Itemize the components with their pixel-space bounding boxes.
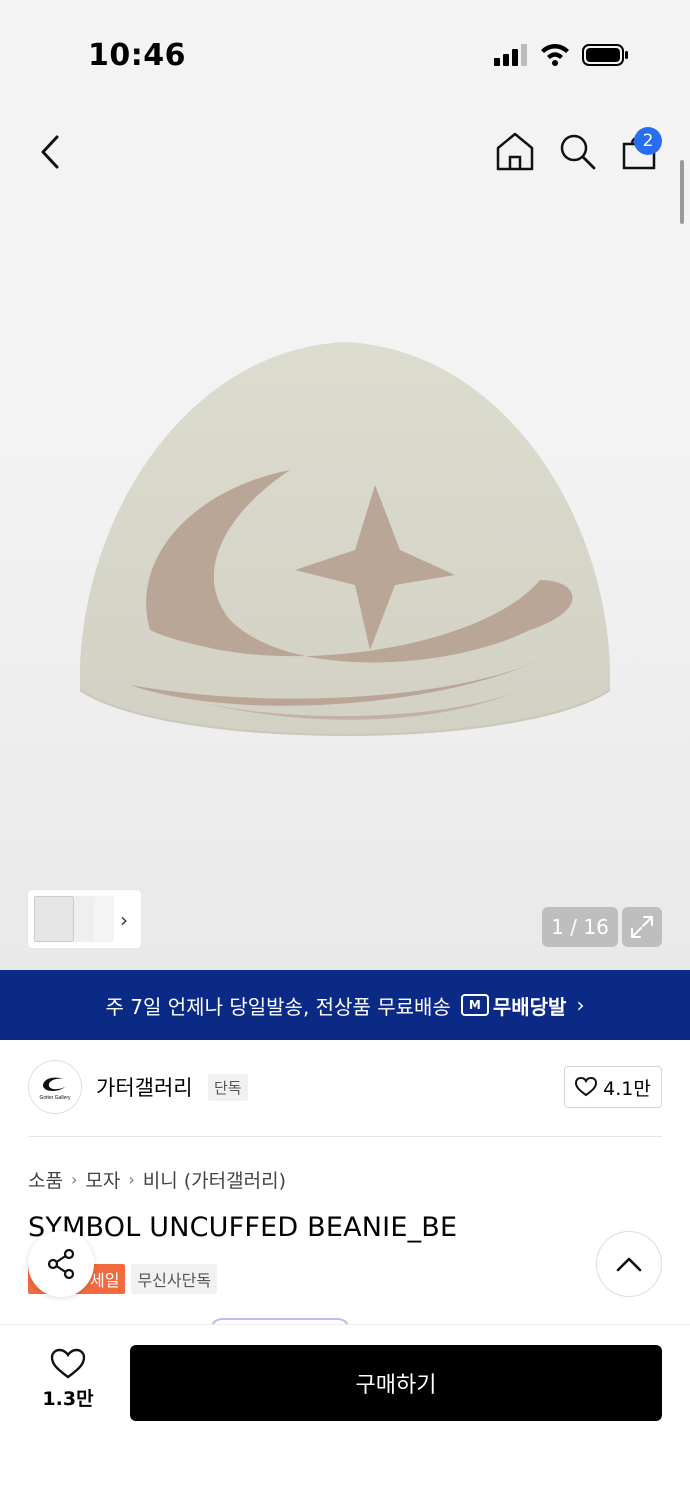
wishlist-button[interactable]: 1.3만 [30,1348,106,1418]
status-bar: 10:46 [0,0,690,100]
product-title: SYMBOL UNCUFFED BEANIE_BE [28,1212,458,1243]
heart-icon [575,1077,598,1097]
chevron-left-icon [41,135,59,169]
brand-logo[interactable]: Gotter Gallery [28,1060,82,1114]
battery-icon [582,44,628,66]
search-icon [560,134,596,170]
section-divider [28,1136,662,1137]
cart-count-badge: 2 [634,127,662,155]
share-button[interactable] [28,1231,94,1297]
breadcrumb-item[interactable]: 소품 [28,1166,63,1193]
breadcrumb-item[interactable]: 비니 (가터갤러리) [143,1166,286,1193]
fullscreen-button[interactable] [622,907,662,947]
scroll-indicator [680,160,684,224]
breadcrumb: 소품 › 모자 › 비니 (가터갤러리) [28,1166,286,1193]
free-delivery-badge: M 무배당발 [460,991,567,1020]
status-time: 10:46 [88,38,186,73]
exclusive-tag: 단독 [208,1074,248,1101]
share-icon [47,1248,75,1280]
search-button[interactable] [556,130,598,172]
back-button[interactable] [28,128,72,176]
beanie-product-image[interactable] [70,330,620,760]
chevron-up-icon [616,1257,642,1272]
gotter-gallery-logo-icon: Gotter Gallery [39,1077,71,1101]
image-counter: 1 / 16 [542,907,618,947]
banner-chevron-icon: › [576,993,585,1017]
delivery-banner[interactable]: 주 7일 언제나 당일발송, 전상품 무료배송 M 무배당발 › [0,970,690,1040]
brand-like-count: 4.1만 [603,1077,651,1100]
expand-icon [631,916,653,938]
exclusive-tag: 무신사단독 [131,1264,218,1294]
brand-like-button[interactable]: 4.1만 [564,1066,662,1108]
banner-badge-label: 무배당발 [492,994,567,1019]
cellular-signal-icon [494,44,527,66]
thumbnail-3[interactable] [94,896,114,942]
delivery-truck-icon: M [460,994,489,1016]
wifi-icon [541,44,569,66]
home-button[interactable] [494,130,536,172]
brand-name[interactable]: 가터갤러리 [96,1072,193,1102]
chevron-right-icon[interactable]: › [120,908,128,932]
wishlist-count: 1.3만 [42,1388,94,1410]
chevron-right-icon: › [70,1170,78,1189]
thumbnail-strip[interactable]: › [28,890,141,948]
buy-button[interactable]: 구매하기 [130,1345,662,1421]
chevron-right-icon: › [128,1170,135,1189]
svg-text:Gotter Gallery: Gotter Gallery [39,1095,71,1101]
banner-text: 주 7일 언제나 당일발송, 전상품 무료배송 [105,994,451,1019]
breadcrumb-item[interactable]: 모자 [85,1166,120,1193]
thumbnail-1[interactable] [34,896,74,942]
home-icon [496,132,534,171]
scroll-to-top-button[interactable] [596,1231,662,1297]
heart-icon [50,1348,86,1379]
